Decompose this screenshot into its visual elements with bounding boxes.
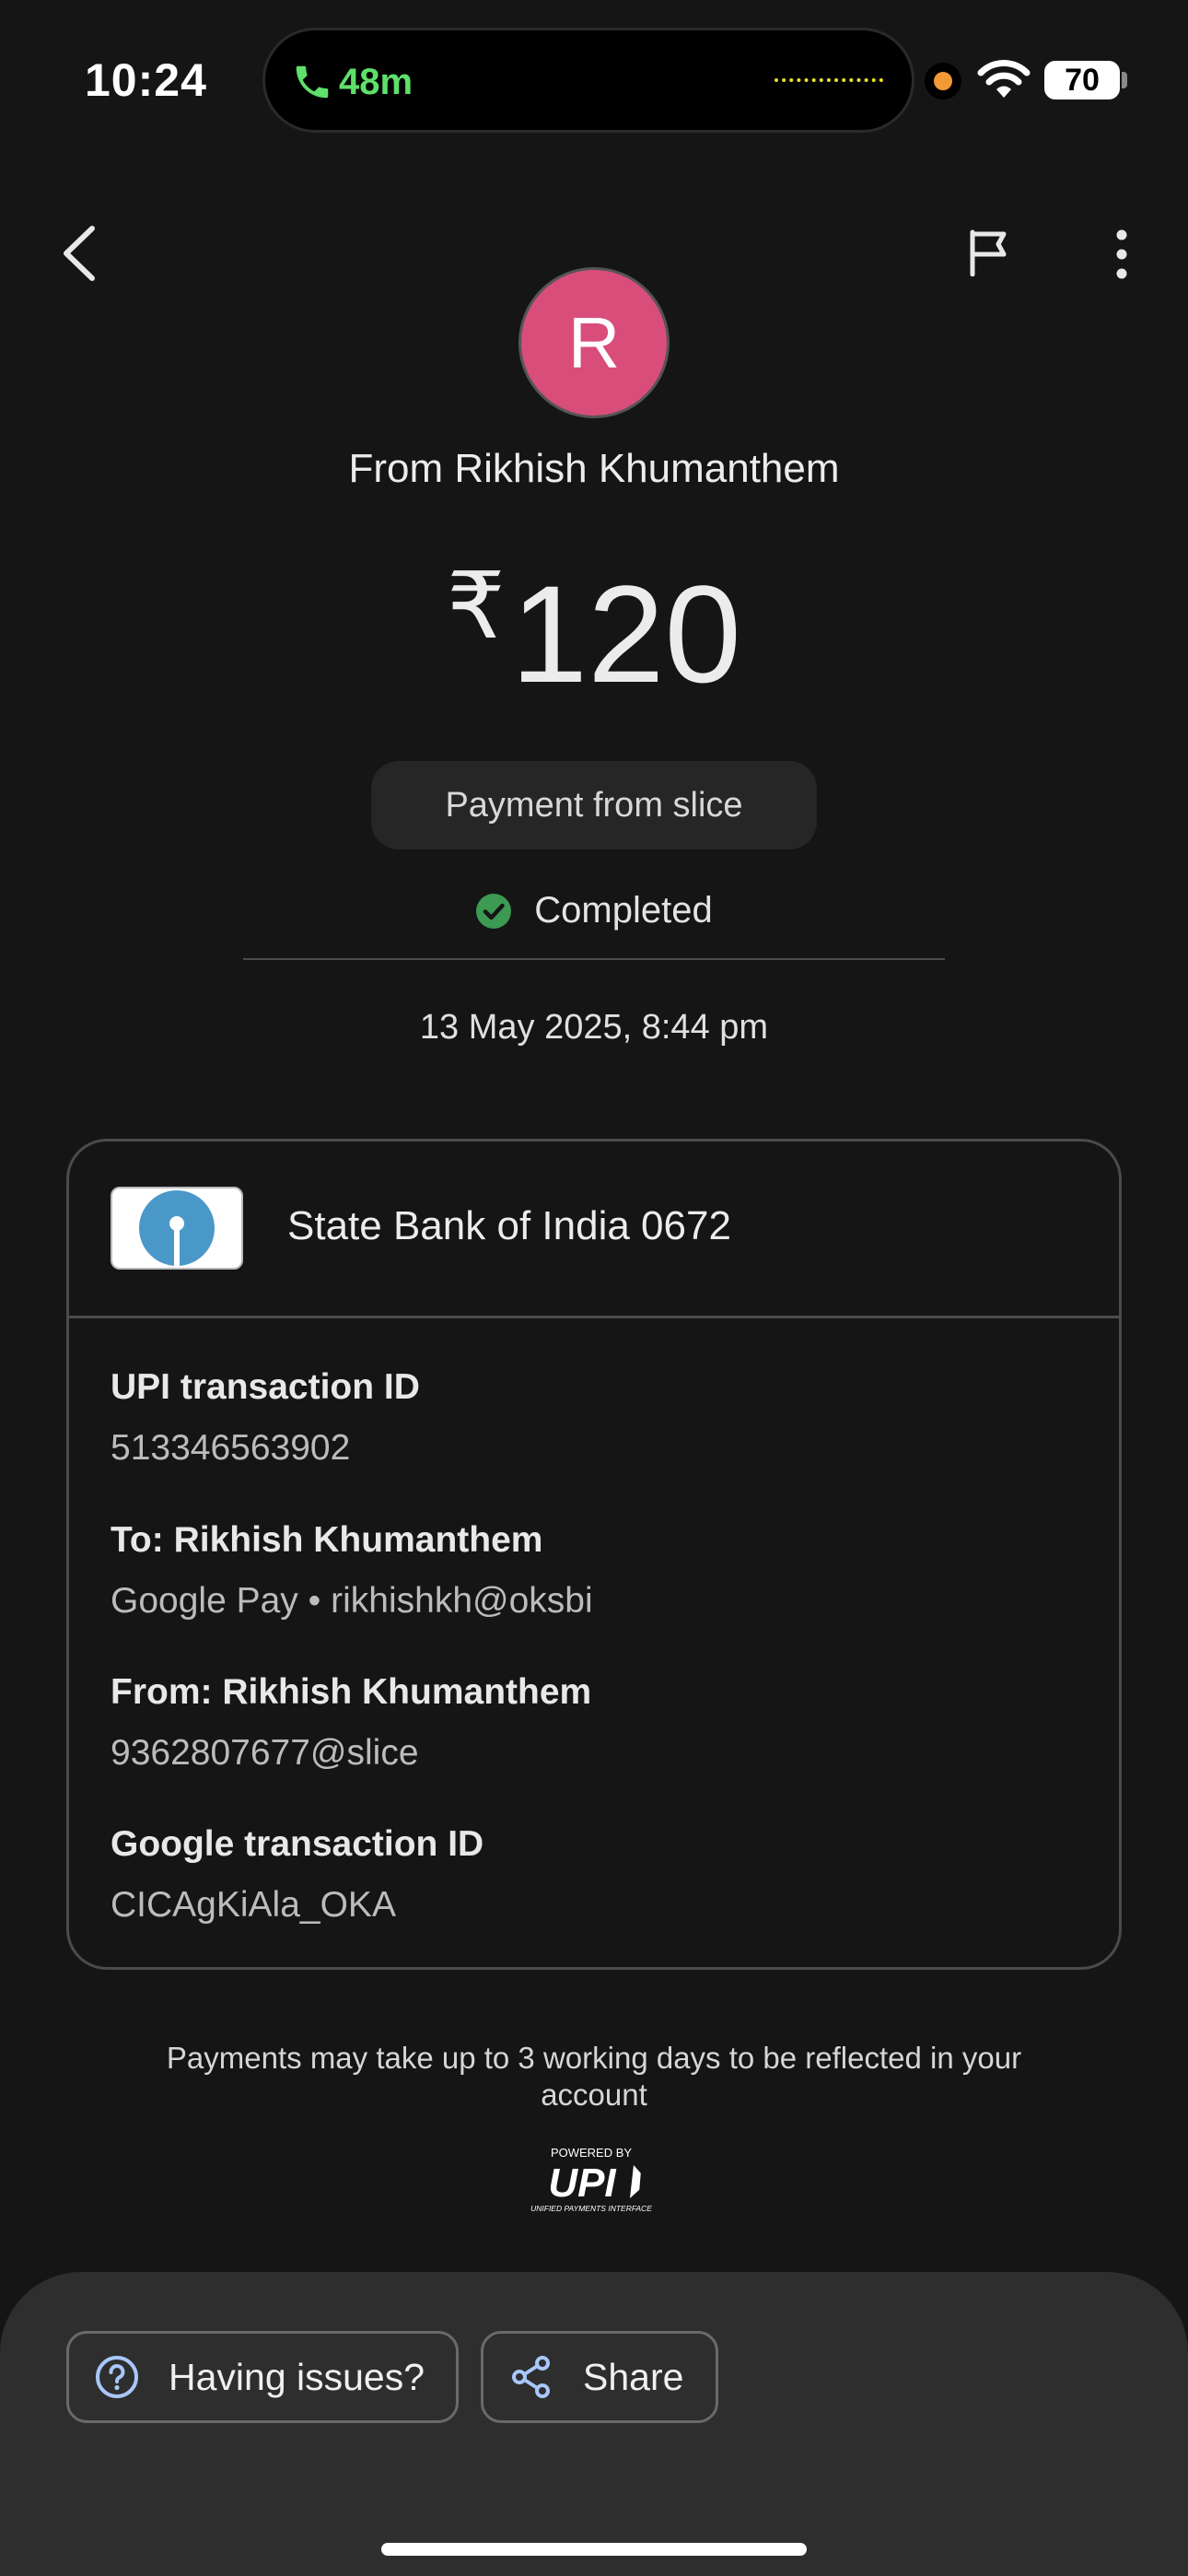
payment-note: Payment from slice <box>371 761 817 849</box>
share-icon <box>512 2356 550 2398</box>
call-timer: 48m <box>339 62 413 102</box>
share-label: Share <box>583 2355 684 2398</box>
share-button[interactable]: Share <box>481 2331 718 2423</box>
bank-account-name: State Bank of India 0672 <box>287 1203 731 1248</box>
battery-indicator: 70 <box>1044 61 1120 100</box>
from-value[interactable]: 9362807677@slice <box>111 1733 419 1774</box>
to-value[interactable]: Google Pay • rikhishkh@oksbi <box>111 1581 593 1622</box>
help-circle-icon <box>96 2356 138 2398</box>
sender-title: From Rikhish Khumanthem <box>348 446 840 491</box>
status-time: 10:24 <box>85 54 207 106</box>
having-issues-button[interactable]: Having issues? <box>66 2331 459 2423</box>
status-label: Completed <box>534 890 713 931</box>
upi-powered-by: POWERED BY <box>551 2146 632 2160</box>
google-transaction-id-value[interactable]: CICAgKiAla_OKA <box>111 1885 396 1926</box>
settlement-disclaimer: Payments may take up to 3 working days t… <box>166 2041 1022 2113</box>
battery-cap <box>1122 72 1127 88</box>
bottom-action-sheet <box>0 2272 1188 2576</box>
from-label: From: Rikhish Khumanthem <box>111 1672 592 1712</box>
upi-transaction-id-label: UPI transaction ID <box>111 1367 420 1407</box>
upi-transaction-id-value[interactable]: 513346563902 <box>111 1428 350 1469</box>
transaction-datetime: 13 May 2025, 8:44 pm <box>419 1008 769 1047</box>
audio-waveform <box>775 78 883 82</box>
upi-tagline: UNIFIED PAYMENTS INTERFACE <box>530 2204 652 2213</box>
privacy-indicator-dot <box>934 72 952 90</box>
flag-icon[interactable] <box>967 228 1011 276</box>
upi-wordmark: UPI <box>548 2160 616 2206</box>
to-label: To: Rikhish Khumanthem <box>111 1520 543 1560</box>
avatar: R <box>518 267 670 418</box>
sbi-logo[interactable] <box>111 1187 243 1270</box>
upi-logo: POWERED BY UPI UNIFIED PAYMENTS INTERFAC… <box>530 2146 652 2213</box>
phone-icon <box>296 65 329 99</box>
card-divider <box>69 1316 1119 1318</box>
currency-symbol: ₹ <box>447 555 506 658</box>
google-transaction-id-label: Google transaction ID <box>111 1824 484 1864</box>
wifi-icon <box>977 60 1031 98</box>
payment-status: Completed <box>0 890 1188 931</box>
payment-amount: ₹120 <box>0 560 1188 703</box>
divider <box>243 958 945 960</box>
having-issues-label: Having issues? <box>169 2355 425 2398</box>
back-arrow-icon[interactable] <box>55 221 101 286</box>
check-circle-icon <box>476 893 512 929</box>
dynamic-island[interactable]: 48m <box>262 28 914 133</box>
amount-value: 120 <box>510 556 741 711</box>
home-indicator[interactable] <box>381 2543 807 2556</box>
sbi-logo-mark <box>139 1190 215 1268</box>
more-vert-icon[interactable] <box>1105 227 1138 282</box>
